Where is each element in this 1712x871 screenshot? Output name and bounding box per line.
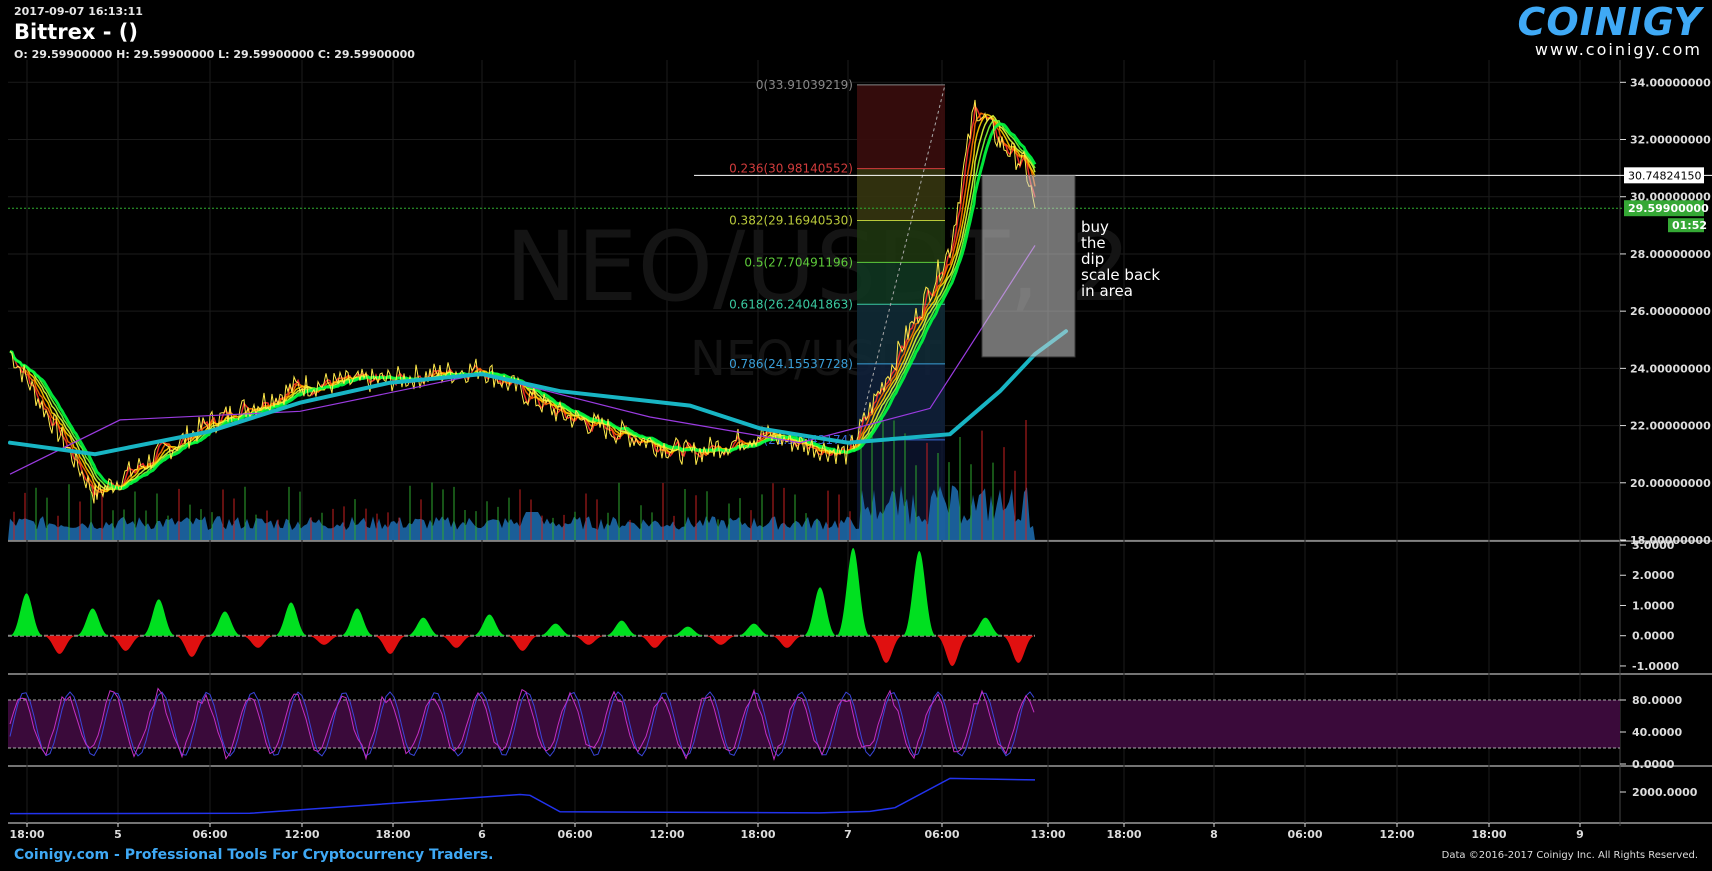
macd-bar [175, 635, 209, 657]
x-tick-label: 06:00 [1287, 828, 1322, 841]
x-tick-label: 18:00 [1471, 828, 1506, 841]
x-tick-label: 06:00 [924, 828, 959, 841]
logo-wordmark: COINIGY [1517, 0, 1702, 44]
annotation-box [981, 174, 1076, 358]
fib-level-label: 0.5(27.70491196) [744, 255, 853, 269]
fib-level-label: 0(33.91039219) [756, 78, 853, 92]
countdown-label: 01:52 [1672, 219, 1707, 232]
macd-bar [76, 608, 110, 636]
price-axis[interactable]: 34.00000000 32.00000000 30.00000000 28.0000… [1620, 76, 1711, 799]
time-axis[interactable]: 18:00 5 06:00 12:00 18:00 6 06:00 12:00 18:00 7 06… [9, 823, 1584, 841]
macd-bar [902, 551, 936, 636]
macd-bar [539, 623, 573, 636]
fib-zone-1 [857, 168, 945, 221]
price-hline-label: 30.74824150 [1628, 169, 1701, 182]
macd-histogram [8, 548, 1035, 666]
macd-tick-label: -1.0000 [1632, 660, 1679, 673]
macd-bar [737, 623, 771, 636]
y-tick-label: 20.00000000 [1630, 477, 1711, 490]
x-tick-label: 12:00 [649, 828, 684, 841]
y-tick-label: 32.00000000 [1630, 134, 1711, 147]
chart-title: Bittrex - () [14, 20, 138, 44]
y-tick-label: 22.00000000 [1630, 420, 1711, 433]
stochastic-oscillator [8, 687, 1620, 761]
macd-bar [968, 617, 1002, 636]
x-tick-label: 6 [478, 828, 486, 841]
x-tick-label: 12:00 [284, 828, 319, 841]
fib-level-label: 0.382(29.16940530) [729, 213, 853, 227]
buy-the-dip-annotation[interactable]: buy thedipscale backin area [981, 174, 1160, 358]
logo-url: www.coinigy.com [1534, 40, 1702, 59]
fib-level-label: 0.236(30.98140552) [729, 162, 853, 176]
x-tick-label: 7 [844, 828, 852, 841]
obv-line-path [9, 777, 1036, 815]
x-tick-label: 5 [114, 828, 122, 841]
macd-bar [803, 587, 837, 636]
macd-bar [307, 635, 341, 645]
y-tick-label: 30.00000000 [1630, 191, 1711, 204]
macd-tick-label: 2.0000 [1632, 569, 1675, 582]
macd-tick-label: 3.0000 [1632, 539, 1675, 552]
stoch-tick-label: 0.0000 [1632, 758, 1675, 771]
macd-bar [605, 620, 639, 636]
macd-tick-label: 0.0000 [1632, 630, 1675, 643]
macd-bar [1001, 635, 1035, 663]
y-tick-label: 34.00000000 [1630, 76, 1711, 89]
macd-bar [572, 635, 606, 645]
x-tick-label: 06:00 [557, 828, 592, 841]
macd-bar [439, 635, 473, 648]
footer-copyright: Data ©2016-2017 Coinigy Inc. All Rights … [1441, 850, 1698, 861]
x-tick-label: 18:00 [9, 828, 44, 841]
macd-bar [10, 593, 44, 636]
fib-zone-2 [857, 220, 945, 263]
macd-bar [638, 635, 672, 648]
ohlc-readout: O: 29.59900000 H: 29.59900000 L: 29.5990… [14, 48, 415, 61]
macd-bar [472, 614, 506, 636]
x-tick-label: 18:00 [740, 828, 775, 841]
fib-zone-4 [857, 304, 945, 364]
fibonacci-retracement[interactable]: 0(33.91039219) 0.236(30.98140552) 0.382(29… [8, 78, 1712, 540]
footer-tagline[interactable]: Coinigy.com - Professional Tools For Cry… [14, 847, 493, 863]
x-tick-label: 9 [1576, 828, 1584, 841]
macd-bar [935, 635, 969, 666]
last-price-label: 29.59900000 [1628, 202, 1709, 215]
macd-bar [770, 635, 804, 648]
macd-bar [704, 635, 738, 645]
macd-bar [869, 635, 903, 663]
coinigy-logo[interactable]: COINIGY www.coinigy.com [1518, 2, 1702, 59]
macd-tick-label: 1.0000 [1632, 599, 1675, 612]
chart-datetime: 2017-09-07 16:13:11 [14, 5, 143, 18]
x-tick-label: 8 [1210, 828, 1218, 841]
x-tick-label: 12:00 [1379, 828, 1414, 841]
macd-bar [241, 635, 275, 648]
macd-bar [505, 635, 540, 651]
fib-level-label: 0.618(26.24041863) [729, 297, 853, 311]
macd-bar [43, 635, 77, 654]
y-tick-label: 26.00000000 [1630, 305, 1711, 318]
chart-canvas: NEO/USDT, 2 NEO/USDT 0(33.91039219)0.236… [8, 60, 1712, 841]
stoch-tick-label: 80.0000 [1632, 694, 1682, 707]
macd-bar [340, 608, 374, 636]
macd-bar [406, 617, 440, 636]
x-tick-label: 18:00 [1106, 828, 1141, 841]
macd-bar [208, 611, 242, 636]
annotation-text-line: in area [1081, 282, 1133, 300]
macd-bar [274, 602, 308, 636]
fib-level-label: 0.786(24.15537728) [729, 357, 853, 371]
obv-line [9, 777, 1036, 815]
x-tick-label: 06:00 [192, 828, 227, 841]
y-tick-label: 28.00000000 [1630, 248, 1711, 261]
macd-bar [373, 635, 407, 654]
obv-tick-label: 2000.0000 [1632, 786, 1698, 799]
stoch-tick-label: 40.0000 [1632, 726, 1682, 739]
x-tick-label: 18:00 [375, 828, 410, 841]
fib-zone-0 [857, 84, 945, 169]
macd-bar [109, 635, 143, 651]
macd-bar [836, 548, 870, 636]
y-tick-label: 24.00000000 [1630, 362, 1711, 375]
macd-bar [671, 626, 705, 636]
macd-bar [142, 599, 176, 636]
x-tick-label: 13:00 [1030, 828, 1065, 841]
